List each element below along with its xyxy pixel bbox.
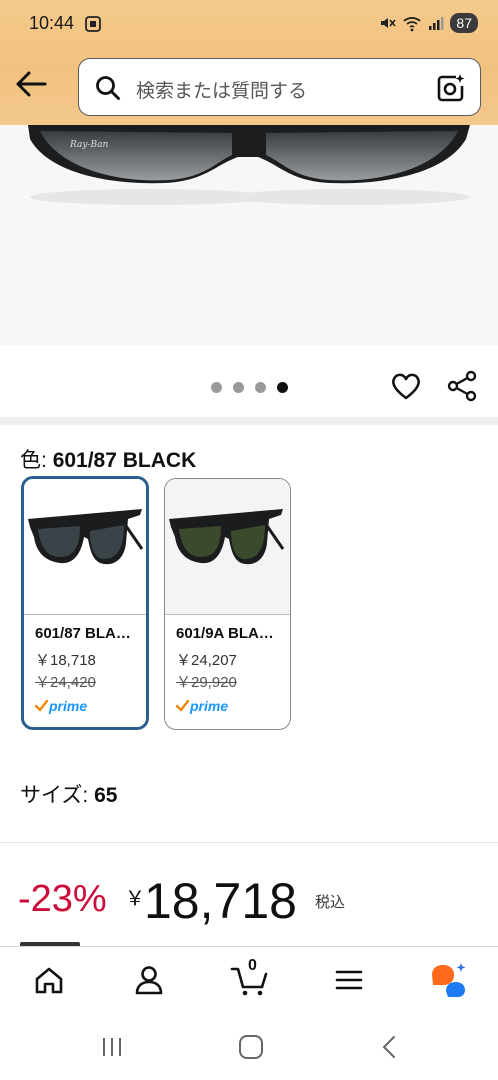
swatch-list-price: ￥24,420 <box>35 674 96 691</box>
color-value: 601/87 BLACK <box>52 449 197 472</box>
status-bar: 10:44 87 <box>0 0 498 50</box>
carousel-dot[interactable] <box>255 382 266 393</box>
size-label: サイズ: 65 <box>20 779 117 809</box>
cart-button[interactable]: 0 <box>230 957 270 997</box>
top-header: 10:44 87 検索または質問する <box>0 0 498 125</box>
share-icon[interactable] <box>446 370 478 402</box>
sunglasses-image: Ray-Ban <box>28 125 470 205</box>
cart-count: 0 <box>248 957 257 974</box>
home-button-icon[interactable] <box>238 1034 264 1060</box>
size-label-prefix: サイズ: <box>20 784 89 807</box>
screenshot-icon <box>85 16 101 32</box>
carousel-dot-active[interactable] <box>277 382 288 393</box>
carousel-dot[interactable] <box>211 382 222 393</box>
color-swatch-selected[interactable]: 601/87 BLA… ￥18,718 ￥24,420 prime <box>21 476 149 730</box>
swatch-name: 601/9A BLA… <box>176 625 274 642</box>
prime-label: prime <box>190 698 229 714</box>
carousel-dot[interactable] <box>233 382 244 393</box>
status-icons: 87 <box>378 13 478 33</box>
prime-check-icon <box>35 700 48 712</box>
rufus-assistant-icon[interactable] <box>430 961 468 999</box>
wifi-icon <box>403 17 422 32</box>
system-nav-bar <box>0 1014 498 1080</box>
prime-check-icon <box>176 700 189 712</box>
product-image[interactable]: Ray-Ban <box>0 125 498 345</box>
swatch-price: ￥18,718 <box>35 652 96 669</box>
search-icon <box>96 76 120 100</box>
section-divider <box>0 417 498 425</box>
prime-label: prime <box>49 698 88 714</box>
swatch-image <box>24 479 146 615</box>
tax-note: 税込 <box>315 894 346 911</box>
mute-icon <box>381 18 397 28</box>
menu-icon[interactable] <box>332 963 366 997</box>
size-value: 65 <box>94 784 118 807</box>
prime-badge: prime <box>176 698 228 714</box>
signal-icon <box>429 17 444 30</box>
search-bar[interactable]: 検索または質問する <box>78 58 481 116</box>
divider <box>0 842 498 843</box>
back-arrow-icon[interactable] <box>15 70 47 98</box>
swatch-list-price: ￥29,920 <box>176 674 237 691</box>
price-amount: 18,718 <box>144 873 297 929</box>
sunglasses-thumbnail <box>169 509 285 565</box>
home-icon[interactable] <box>32 963 66 997</box>
swatch-image <box>165 479 290 615</box>
status-time: 10:44 <box>29 13 75 33</box>
color-swatch[interactable]: 601/9A BLA… ￥24,207 ￥29,920 prime <box>164 478 291 730</box>
image-controls <box>0 345 498 417</box>
swatch-name: 601/87 BLA… <box>35 625 131 642</box>
color-label-prefix: 色: <box>20 449 47 472</box>
heart-icon[interactable] <box>390 370 422 402</box>
sunglasses-thumbnail <box>28 509 144 565</box>
back-button-icon[interactable] <box>378 1034 404 1060</box>
camera-search-icon[interactable] <box>436 73 466 103</box>
battery-indicator: 87 <box>450 13 478 33</box>
prime-badge: prime <box>35 698 87 714</box>
account-icon[interactable] <box>132 963 166 997</box>
swatch-price: ￥24,207 <box>176 652 237 669</box>
svg-text:Ray-Ban: Ray-Ban <box>69 140 108 150</box>
currency-symbol: ￥ <box>125 888 145 910</box>
recent-apps-icon[interactable] <box>99 1034 125 1060</box>
carousel-dots[interactable] <box>211 382 288 393</box>
search-input[interactable]: 検索または質問する <box>136 76 307 103</box>
color-label: 色: 601/87 BLACK <box>20 444 196 474</box>
discount-percent: -23% <box>18 878 107 920</box>
bottom-nav: 0 <box>0 946 498 1014</box>
